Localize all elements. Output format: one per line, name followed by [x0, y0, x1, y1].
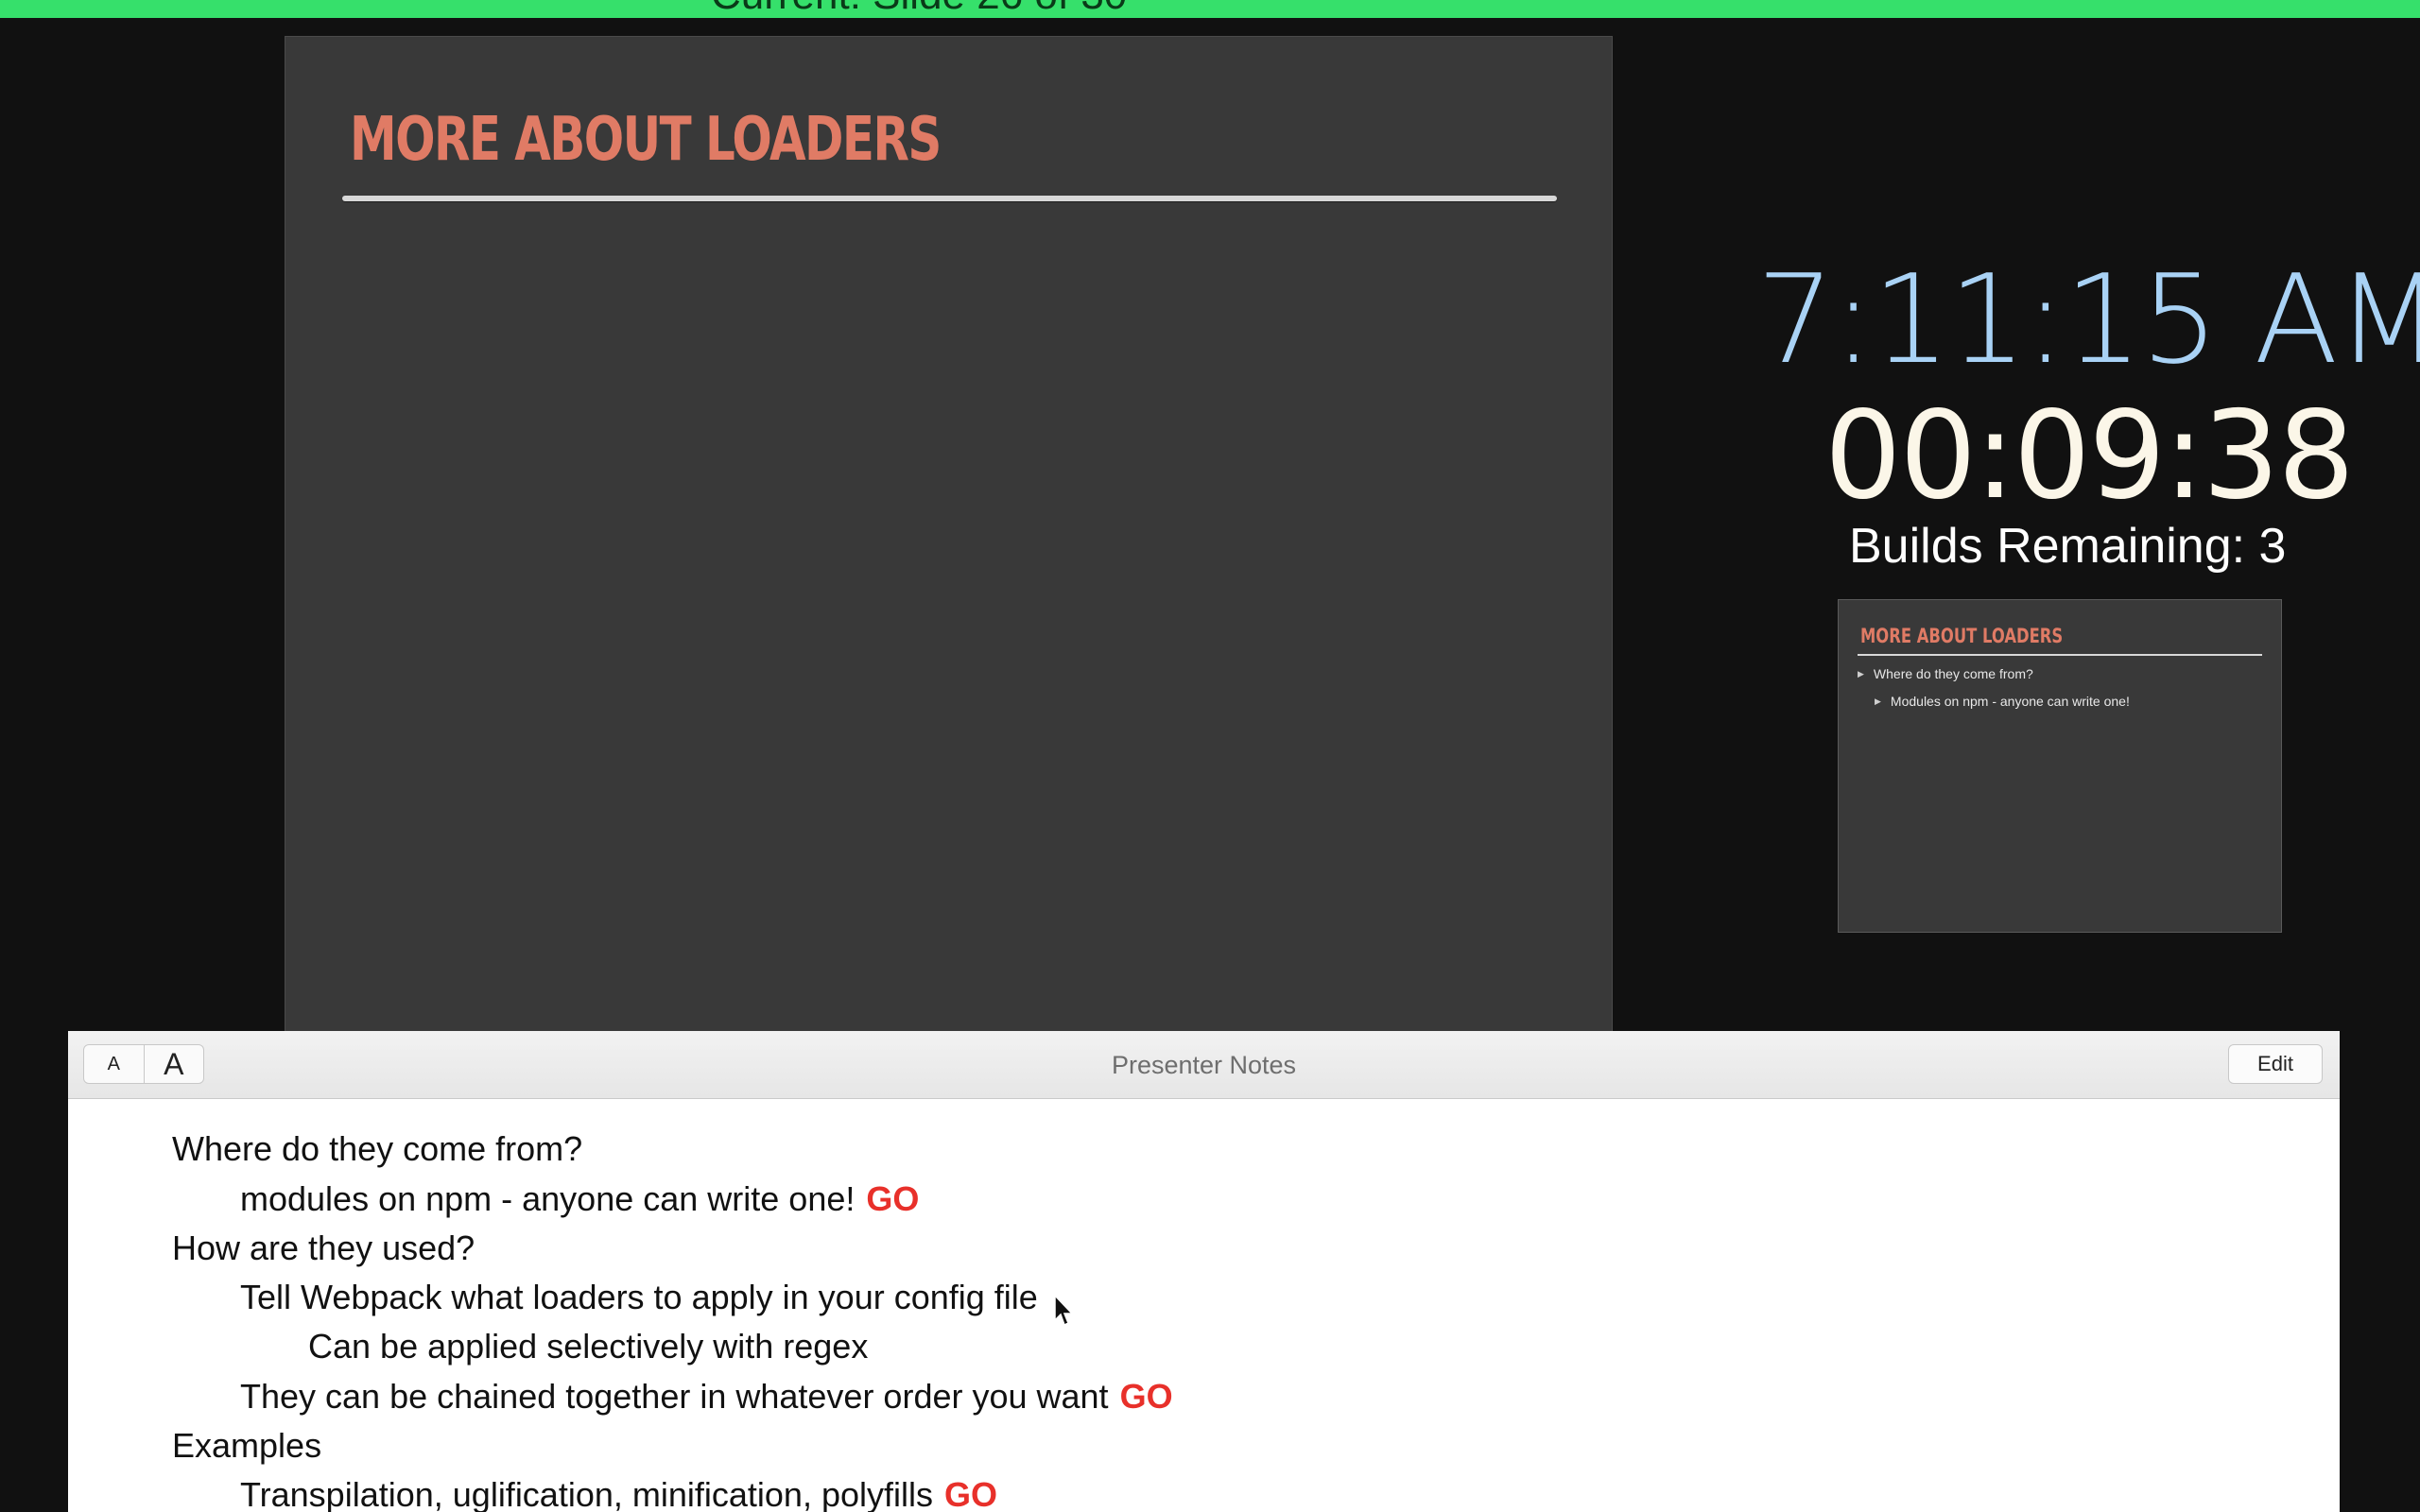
- edit-notes-button[interactable]: Edit: [2228, 1044, 2323, 1084]
- note-line: Examples: [172, 1426, 322, 1465]
- go-marker: GO: [944, 1475, 998, 1512]
- note-line: modules on npm - anyone can write one! GO: [240, 1179, 920, 1218]
- bullet-arrow-icon: ▶: [1858, 669, 1864, 679]
- note-line: Can be applied selectively with regex: [308, 1327, 869, 1366]
- presenter-notes-panel: A A Presenter Notes Edit Where do they c…: [68, 1031, 2340, 1512]
- presenter-notes-header: A A Presenter Notes Edit: [68, 1031, 2340, 1099]
- next-slide-title: MORE ABOUT LOADERS: [1860, 625, 2064, 647]
- elapsed-timer[interactable]: 00:09:38: [1824, 386, 2355, 526]
- presenter-status-bar: Current: Slide 26 of 30: [0, 0, 2420, 18]
- builds-remaining-label: Builds Remaining: 3: [1849, 519, 2287, 574]
- note-line: Where do they come from?: [172, 1129, 583, 1168]
- next-slide-bullet: ▶ Modules on npm - anyone can write one!: [1875, 694, 2130, 709]
- next-slide-bullet: ▶ Where do they come from?: [1858, 666, 2033, 681]
- current-slide-preview[interactable]: MORE ABOUT LOADERS: [285, 36, 1613, 1032]
- presenter-notes-text[interactable]: Where do they come from? modules on npm …: [68, 1099, 2340, 1512]
- bullet-arrow-icon: ▶: [1875, 696, 1881, 706]
- go-marker: GO: [866, 1179, 920, 1218]
- slide-title: MORE ABOUT LOADERS: [350, 105, 942, 175]
- slide-position-label: Current: Slide 26 of 30: [711, 0, 1127, 18]
- next-slide-preview[interactable]: MORE ABOUT LOADERS ▶ Where do they come f…: [1838, 599, 2282, 933]
- mouse-pointer-icon: [1054, 1294, 1074, 1327]
- next-slide-title-underline: [1858, 654, 2262, 656]
- note-line: They can be chained together in whatever…: [240, 1377, 1173, 1416]
- note-line: Tell Webpack what loaders to apply in yo…: [240, 1278, 1038, 1316]
- go-marker: GO: [1119, 1377, 1173, 1416]
- presenter-notes-title: Presenter Notes: [1111, 1051, 1297, 1079]
- slide-title-underline: [342, 196, 1557, 201]
- current-time-clock: 7:11:15 AM: [1756, 248, 2420, 391]
- note-line: How are they used?: [172, 1228, 475, 1267]
- note-line: Transpilation, uglification, minificatio…: [240, 1475, 998, 1512]
